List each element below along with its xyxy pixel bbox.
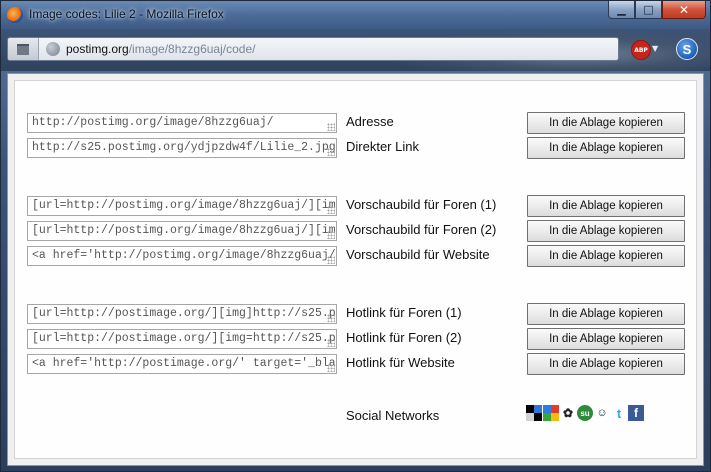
- code-field[interactable]: http://s25.postimg.org/ydjpzdw4f/Lilie_2…: [27, 138, 337, 158]
- navigation-toolbar: postimg.org/image/8hzzg6uaj/code/ ABP ▼ …: [1, 29, 710, 71]
- chevron-down-icon[interactable]: ▼: [652, 44, 658, 53]
- reddit-icon[interactable]: ☺: [594, 405, 610, 421]
- code-row-thumbnail-forum-2: [url=http://postimg.org/image/8hzzg6uaj/…: [15, 220, 698, 242]
- code-field[interactable]: [url=http://postimg.org/image/8hzzg6uaj/…: [27, 196, 337, 216]
- code-text: [url=http://postimage.org/][img]http://s…: [32, 307, 336, 320]
- stumbleupon-icon[interactable]: su: [577, 405, 593, 421]
- code-field[interactable]: http://postimg.org/image/8hzzg6uaj/: [27, 113, 337, 133]
- row-label: Vorschaubild für Foren (2): [346, 222, 497, 237]
- copy-to-clipboard-button[interactable]: In die Ablage kopieren: [527, 137, 685, 159]
- facebook-icon[interactable]: f: [628, 405, 644, 421]
- globe-icon: [46, 42, 60, 56]
- url-text[interactable]: postimg.org/image/8hzzg6uaj/code/: [66, 42, 255, 56]
- copy-to-clipboard-button[interactable]: In die Ablage kopieren: [527, 220, 685, 242]
- code-text: [url=http://postimage.org/][img=http://s…: [32, 332, 336, 345]
- code-row-hotlink-forum-1: [url=http://postimage.org/][img]http://s…: [15, 303, 698, 325]
- codes-panel: http://postimg.org/image/8hzzg6uaj/ Adre…: [14, 80, 697, 459]
- copy-to-clipboard-button[interactable]: In die Ablage kopieren: [527, 353, 685, 375]
- copy-to-clipboard-button[interactable]: In die Ablage kopieren: [527, 245, 685, 267]
- code-text: <a href='http://postimage.org/' target='…: [32, 357, 336, 370]
- resize-grip-icon[interactable]: [327, 206, 335, 214]
- row-label: Hotlink für Website: [346, 355, 455, 370]
- code-row-thumbnail-forum-1: [url=http://postimg.org/image/8hzzg6uaj/…: [15, 195, 698, 217]
- url-path: /image/8hzzg6uaj/code/: [128, 42, 256, 56]
- firefox-icon: [7, 7, 23, 23]
- google-bookmarks-icon[interactable]: [543, 405, 559, 421]
- social-share-icons: ✿ su ☺ t f: [526, 405, 644, 421]
- code-field[interactable]: <a href='http://postimage.org/' target='…: [27, 354, 337, 374]
- resize-grip-icon[interactable]: [327, 339, 335, 347]
- resize-grip-icon[interactable]: [327, 123, 335, 131]
- code-text: [url=http://postimg.org/image/8hzzg6uaj/…: [32, 224, 336, 237]
- row-label: Direkter Link: [346, 139, 419, 154]
- identity-icon: [17, 44, 29, 55]
- delicious-icon[interactable]: [526, 405, 542, 421]
- resize-grip-icon[interactable]: [327, 314, 335, 322]
- row-label: Hotlink für Foren (1): [346, 305, 462, 320]
- code-field[interactable]: [url=http://postimage.org/][img]http://s…: [27, 304, 337, 324]
- code-row-address: http://postimg.org/image/8hzzg6uaj/ Adre…: [15, 112, 698, 134]
- code-field[interactable]: [url=http://postimage.org/][img=http://s…: [27, 329, 337, 349]
- copy-to-clipboard-button[interactable]: In die Ablage kopieren: [527, 303, 685, 325]
- code-row-hotlink-forum-2: [url=http://postimage.org/][img=http://s…: [15, 328, 698, 350]
- url-bar[interactable]: postimg.org/image/8hzzg6uaj/code/: [7, 37, 619, 61]
- maximize-button[interactable]: □: [635, 1, 662, 19]
- code-row-thumbnail-website: <a href='http://postimg.org/image/8hzzg6…: [15, 245, 698, 267]
- resize-grip-icon[interactable]: [327, 256, 335, 264]
- page-content: http://postimg.org/image/8hzzg6uaj/ Adre…: [7, 73, 704, 466]
- resize-grip-icon[interactable]: [327, 231, 335, 239]
- resize-grip-icon[interactable]: [327, 364, 335, 372]
- code-row-direct-link: http://s25.postimg.org/ydjpzdw4f/Lilie_2…: [15, 137, 698, 159]
- code-text: http://postimg.org/image/8hzzg6uaj/: [32, 116, 274, 129]
- resize-grip-icon[interactable]: [327, 148, 335, 156]
- code-text: <a href='http://postimg.org/image/8hzzg6…: [32, 249, 337, 262]
- row-label: Hotlink für Foren (2): [346, 330, 462, 345]
- code-field[interactable]: [url=http://postimg.org/image/8hzzg6uaj/…: [27, 221, 337, 241]
- row-label: Vorschaubild für Foren (1): [346, 197, 497, 212]
- myspace-icon[interactable]: ✿: [560, 405, 576, 421]
- twitter-icon[interactable]: t: [611, 405, 627, 421]
- code-text: [url=http://postimg.org/image/8hzzg6uaj/…: [32, 199, 336, 212]
- title-bar[interactable]: Image codes: Lilie 2 - Mozilla Firefox ▁…: [1, 1, 710, 29]
- window-controls: ▁ □ ✕: [608, 1, 706, 21]
- row-label: Adresse: [346, 114, 394, 129]
- copy-to-clipboard-button[interactable]: In die Ablage kopieren: [527, 112, 685, 134]
- site-identity-button[interactable]: [8, 38, 39, 60]
- skype-icon[interactable]: S: [676, 38, 698, 60]
- code-field[interactable]: <a href='http://postimg.org/image/8hzzg6…: [27, 246, 337, 266]
- copy-to-clipboard-button[interactable]: In die Ablage kopieren: [527, 328, 685, 350]
- adblock-plus-icon[interactable]: ABP: [631, 40, 651, 60]
- code-row-hotlink-website: <a href='http://postimage.org/' target='…: [15, 353, 698, 375]
- minimize-button[interactable]: ▁: [608, 1, 635, 19]
- social-networks-label: Social Networks: [346, 408, 440, 423]
- row-label: Vorschaubild für Website: [346, 247, 490, 262]
- window-title: Image codes: Lilie 2 - Mozilla Firefox: [29, 7, 224, 21]
- browser-window: Image codes: Lilie 2 - Mozilla Firefox ▁…: [0, 0, 711, 472]
- url-host: postimg.org: [66, 42, 129, 56]
- copy-to-clipboard-button[interactable]: In die Ablage kopieren: [527, 195, 685, 217]
- code-text: http://s25.postimg.org/ydjpzdw4f/Lilie_2…: [32, 141, 336, 154]
- close-button[interactable]: ✕: [662, 1, 706, 19]
